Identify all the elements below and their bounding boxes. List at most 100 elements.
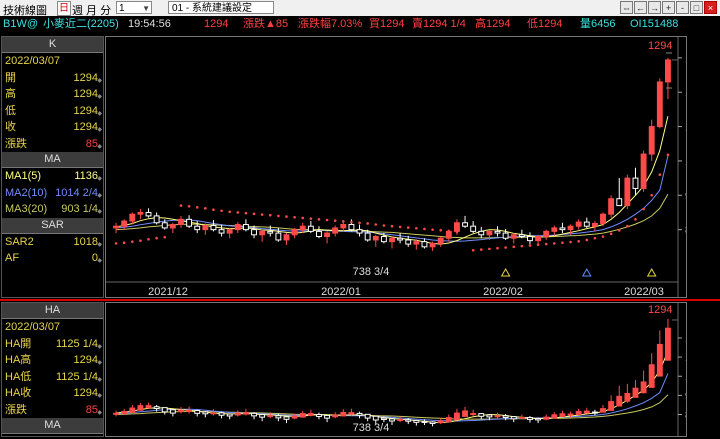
candlestick-chart[interactable]: 1300 1200 1100 1000 900 800 1294 738 3/4 2021/12… (106, 37, 709, 298)
zoom-out-icon[interactable]: - (676, 1, 689, 14)
candle-body (559, 227, 566, 231)
system-setting-select[interactable]: 01 - 系統建議設定 (168, 1, 274, 14)
sar-dot (244, 211, 248, 215)
up-tick-icon: ◆ (97, 258, 102, 264)
candle-body (316, 230, 322, 238)
candle-body (356, 412, 363, 416)
bid-price: 買1294 (369, 18, 405, 30)
sar-panel-row: SAR2 1018 ◆ (2, 234, 103, 251)
chevron-down-icon: ▼ (142, 4, 150, 13)
row-value: 1294 (73, 104, 98, 117)
sar-dot (447, 229, 451, 233)
heikin-ashi-chart[interactable]: 1200 1100 1000 900 800 1294 738 3/4 (106, 303, 709, 436)
row-value: 85 (85, 403, 98, 416)
candle-body (129, 213, 136, 222)
row-label: 開 (5, 71, 16, 84)
candle-body (226, 413, 233, 417)
sar-dot (398, 225, 402, 229)
candle-body (186, 409, 193, 412)
row-label: HA高 (5, 354, 32, 366)
candle-body (397, 237, 404, 241)
candle-body (275, 415, 282, 419)
y-tick-label: 1100 (685, 352, 686, 364)
low-price-annotation: 738 3/4 (353, 266, 390, 278)
row-value: 1125 1/4 (55, 370, 98, 383)
period-count-select[interactable]: 1 ▼ (116, 1, 152, 14)
right-arrow-icon[interactable]: → (648, 1, 661, 14)
day-period-button[interactable]: 日 (57, 1, 71, 16)
candle-body (389, 237, 395, 243)
ma3-line (116, 194, 669, 239)
row-value: 1294 (73, 121, 98, 133)
candle-body (332, 414, 339, 418)
sar-dot (260, 213, 264, 216)
candle-body (251, 412, 257, 417)
candle-body (372, 236, 379, 241)
candle-body (648, 126, 655, 155)
row-label: MA2(10) (5, 186, 48, 199)
row-value: 903 1/4 (61, 203, 98, 215)
ha-date: 2022/03/07 (5, 321, 61, 333)
candle-body (518, 234, 525, 238)
sar-dot (301, 216, 305, 220)
sar-dot (512, 245, 516, 249)
candle-body (608, 401, 615, 411)
sar-dot (374, 223, 378, 226)
candle-body (656, 343, 663, 377)
candle-body (535, 236, 542, 242)
k-section-title: K (2, 37, 103, 53)
close-icon[interactable]: × (704, 1, 717, 14)
candle-body (616, 395, 623, 407)
sar-dot (333, 219, 337, 223)
candle-body (364, 232, 371, 241)
candle-body (527, 236, 533, 242)
candle-body (527, 417, 533, 420)
candle-body (259, 414, 266, 418)
left-arrow-icon[interactable]: ← (634, 1, 647, 14)
candle-body (413, 419, 420, 423)
k-panel-row: 收 1294 ◆ (2, 119, 103, 136)
candle-body (324, 414, 331, 419)
candle-body (405, 419, 412, 422)
candle-body (591, 222, 598, 227)
candle-body (169, 409, 176, 414)
row-label: MA1(5) (5, 170, 42, 182)
candle-body (291, 229, 298, 236)
low-price-annotation: 738 3/4 (353, 422, 390, 434)
row-value: 85 (85, 137, 98, 150)
candle-body (226, 229, 233, 234)
sar-dot (479, 248, 483, 251)
candle-body (600, 408, 606, 413)
candle-body (161, 407, 168, 413)
candle-body (608, 198, 615, 215)
candle-body (462, 410, 468, 417)
sar-dot (350, 220, 353, 224)
sar-dot (609, 232, 613, 236)
up-tick-icon: ◆ (97, 409, 102, 416)
swap-icon[interactable]: ⇔ (620, 1, 633, 14)
candle-body (372, 415, 379, 421)
sar-dot (439, 229, 442, 232)
row-value: 1018 (73, 235, 98, 248)
heikin-ashi-chart-panel[interactable]: 1200 1100 1000 900 800 1294 738 3/4 (105, 302, 709, 437)
candle-body (153, 215, 160, 224)
sar-dot (358, 221, 361, 225)
candle-body (656, 81, 663, 128)
maximize-icon[interactable]: □ (690, 1, 703, 14)
zoom-in-icon[interactable]: + (662, 1, 675, 14)
price-chart[interactable]: 1300 1200 1100 1000 900 800 1294 738 3/4 2021/12… (105, 36, 709, 298)
sar-panel-row: AF 0 ◆ (2, 250, 103, 267)
ha-panel-row: HA收 1294 ◆ (2, 385, 103, 402)
sar-dot (366, 222, 369, 225)
contract-name: 小麥近二(2205) (43, 18, 119, 30)
sar-dot (147, 237, 150, 241)
candle-body (591, 411, 598, 414)
sar-dot (122, 241, 126, 244)
sar-dot (569, 240, 572, 244)
sar-dot (488, 247, 491, 251)
candle-body (194, 410, 201, 414)
candle-body (169, 223, 176, 229)
sar-dot (496, 246, 499, 250)
candle-body (202, 411, 209, 415)
sar-dot (382, 224, 386, 227)
